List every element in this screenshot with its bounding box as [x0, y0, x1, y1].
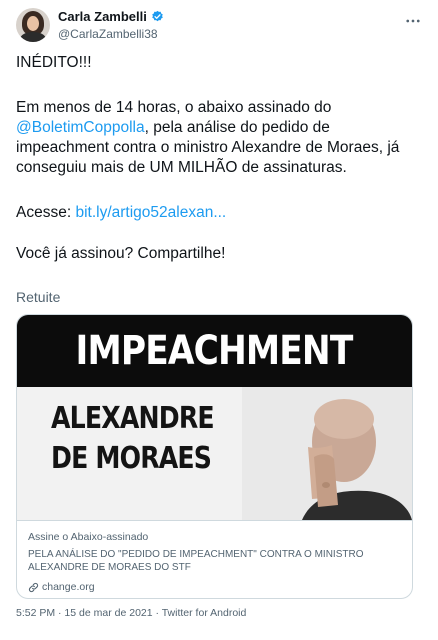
more-options-icon[interactable] [404, 12, 422, 30]
translate-link[interactable]: Retuite [16, 289, 60, 305]
author-handle[interactable]: @CarlaZambelli38 [58, 27, 158, 41]
tweet-timestamp[interactable]: 5:52 PM · 15 de mar de 2021 · Twitter fo… [16, 607, 246, 619]
card-subtitle-line1: ALEXANDRE [51, 401, 215, 436]
paragraph-text-start: Em menos de 14 horas, o abaixo assinado … [16, 99, 332, 116]
tweet-text-line1: INÉDITO!!! [16, 54, 92, 71]
card-domain-text: change.org [42, 581, 95, 593]
card-meta[interactable]: Assine o Abaixo-assinado PELA ANÁLISE DO… [17, 520, 412, 598]
tweet-text-paragraph: Em menos de 14 horas, o abaixo assinado … [16, 98, 422, 178]
card-description: PELA ANÁLISE DO "PEDIDO DE IMPEACHMENT" … [28, 549, 364, 573]
access-label: Acesse: [16, 204, 76, 221]
card-label: Assine o Abaixo-assinado [28, 531, 149, 543]
card-subtitle-line2: DE MORAES [51, 441, 212, 476]
card-image[interactable]: IMPEACHMENT ALEXANDRE DE MORAES [17, 315, 412, 520]
url-link[interactable]: bit.ly/artigo52alexan... [75, 204, 226, 221]
portrait-photo [242, 387, 412, 520]
author-display-name[interactable]: Carla Zambelli [58, 9, 147, 24]
banner-text: IMPEACHMENT [76, 328, 354, 374]
author-name-row[interactable]: Carla Zambelli [58, 9, 164, 24]
card-banner: IMPEACHMENT [17, 315, 412, 387]
tweet-header: Carla Zambelli @CarlaZambelli38 [16, 8, 422, 44]
card-domain: change.org [28, 581, 95, 593]
avatar[interactable] [16, 8, 50, 42]
tweet-closing-line: Você já assinou? Compartilhe! [16, 245, 226, 262]
link-icon [28, 582, 39, 592]
verified-badge-icon [152, 10, 163, 22]
mention-link[interactable]: @BoletimCoppolla [16, 119, 145, 136]
link-preview-card[interactable]: IMPEACHMENT ALEXANDRE DE MORAES Assine o… [16, 314, 413, 599]
tweet-access-line: Acesse: bit.ly/artigo52alexan... [16, 203, 422, 223]
